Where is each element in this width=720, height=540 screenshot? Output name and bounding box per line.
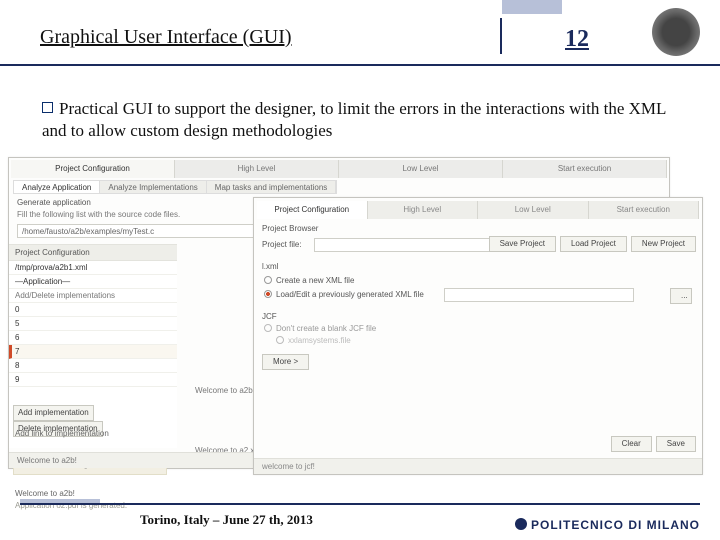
load-project-button[interactable]: Load Project [560,236,627,252]
subtab-analyze-app[interactable]: Analyze Application [14,181,100,193]
radio-jcf-file-label: xxlamsystems.file [288,336,351,345]
files-hint-label: Fill the following list with the source … [17,210,180,219]
more-row: More > [262,354,309,370]
tab-project-config[interactable]: Project Configuration [11,160,175,178]
subtab-map-tasks[interactable]: Map tasks and implementations [207,181,337,193]
sidebar-num-row[interactable]: 9 [9,373,177,387]
save-button[interactable]: Save [656,436,696,452]
radio-create-xml[interactable]: Create a new XML file [264,276,354,285]
more-button[interactable]: More > [262,354,309,370]
project-sidebar: Project Configuration /tmp/prova/a2b1.xm… [9,244,177,448]
tab-low-level[interactable]: Low Level [339,160,503,178]
footer-text: Torino, Italy – June 27 th, 2013 [140,512,313,528]
lxml-section-label: l.xml [262,262,278,271]
app-window-b: Project Configuration High Level Low Lev… [253,197,703,475]
save-project-button[interactable]: Save Project [489,236,556,252]
sidebar-num-row-selected[interactable]: 7 [9,345,177,359]
tab-project-config-b[interactable]: Project Configuration [257,201,368,219]
subtab-analyze-impl[interactable]: Analyze Implementations [100,181,206,193]
jcf-section-label: JCF [262,312,277,321]
footer-line [20,503,700,505]
center-welcome-1: Welcome to a2b! [195,386,255,395]
statusbar-b: welcome to jcf! [254,458,702,474]
slide-header: Graphical User Interface (GUI) 12 [0,0,720,66]
tabs-b: Project Configuration High Level Low Lev… [257,201,699,219]
radio-icon [264,324,272,332]
sidebar-header: Project Configuration [9,245,177,261]
university-seal-icon [652,8,700,56]
footer-logo: POLITECNICO DI MILANO [515,518,700,532]
logo-dot-icon [515,518,527,530]
browse-xml-button[interactable]: ... [670,288,692,304]
radio-icon [264,290,272,298]
bullet-square-icon [42,102,53,113]
tab-low-level-b[interactable]: Low Level [478,201,589,219]
sidebar-num-row[interactable]: 5 [9,317,177,331]
project-buttons: Save Project Load Project New Project [489,236,696,252]
slide-title: Graphical User Interface (GUI) [40,26,292,49]
radio-jcf-file[interactable]: xxlamsystems.file [276,336,351,345]
header-divider [500,18,502,54]
tab-start-exec[interactable]: Start execution [503,160,667,178]
sidebar-path-row[interactable]: /tmp/prova/a2b1.xml [9,261,177,275]
sidebar-num-row[interactable]: 8 [9,359,177,373]
add-impl-button[interactable]: Add implementation [13,405,94,421]
sidebar-num-row[interactable]: 6 [9,331,177,345]
sidebar-welcome: Welcome to a2b! [15,489,75,498]
project-browser-label: Project Browser [262,224,318,233]
screenshot-stack: Project Configuration High Level Low Lev… [8,157,712,487]
tab-high-level-b[interactable]: High Level [368,201,479,219]
clear-button[interactable]: Clear [611,436,652,452]
project-file-label: Project file: [262,240,302,249]
subtabs-a: Analyze Application Analyze Implementati… [13,180,337,194]
slide-number: 12 [565,26,589,53]
tab-high-level[interactable]: High Level [175,160,339,178]
add-link-label: Add link to implementation [15,429,109,438]
bottom-buttons: Clear Save [611,436,696,452]
radio-load-xml[interactable]: Load/Edit a previously generated XML fil… [264,290,424,299]
project-file-input[interactable] [314,238,514,252]
genapp-label: Generate application [17,198,91,207]
bullet-content: Practical GUI to support the designer, t… [42,99,666,140]
radio-jcf-blank-label: Don't create a blank JCF file [276,324,376,333]
load-xml-path-input[interactable] [444,288,634,302]
bullet-text: Practical GUI to support the designer, t… [42,98,682,142]
tab-start-exec-b[interactable]: Start execution [589,201,700,219]
sidebar-addel-row: Add/Delete implementations [9,289,177,303]
radio-jcf-blank[interactable]: Don't create a blank JCF file [264,324,376,333]
footer-logo-text: POLITECNICO DI MILANO [531,518,700,532]
radio-icon [264,276,272,284]
header-deco [502,0,562,14]
source-path-input[interactable]: /home/fausto/a2b/examples/myTest.c [17,224,277,238]
sidebar-application-row[interactable]: —Application— [9,275,177,289]
radio-icon [276,336,284,344]
new-project-button[interactable]: New Project [631,236,696,252]
radio-create-xml-label: Create a new XML file [276,276,354,285]
sidebar-num-row[interactable]: 0 [9,303,177,317]
radio-load-xml-label: Load/Edit a previously generated XML fil… [276,290,424,299]
tabs-a: Project Configuration High Level Low Lev… [11,160,667,178]
